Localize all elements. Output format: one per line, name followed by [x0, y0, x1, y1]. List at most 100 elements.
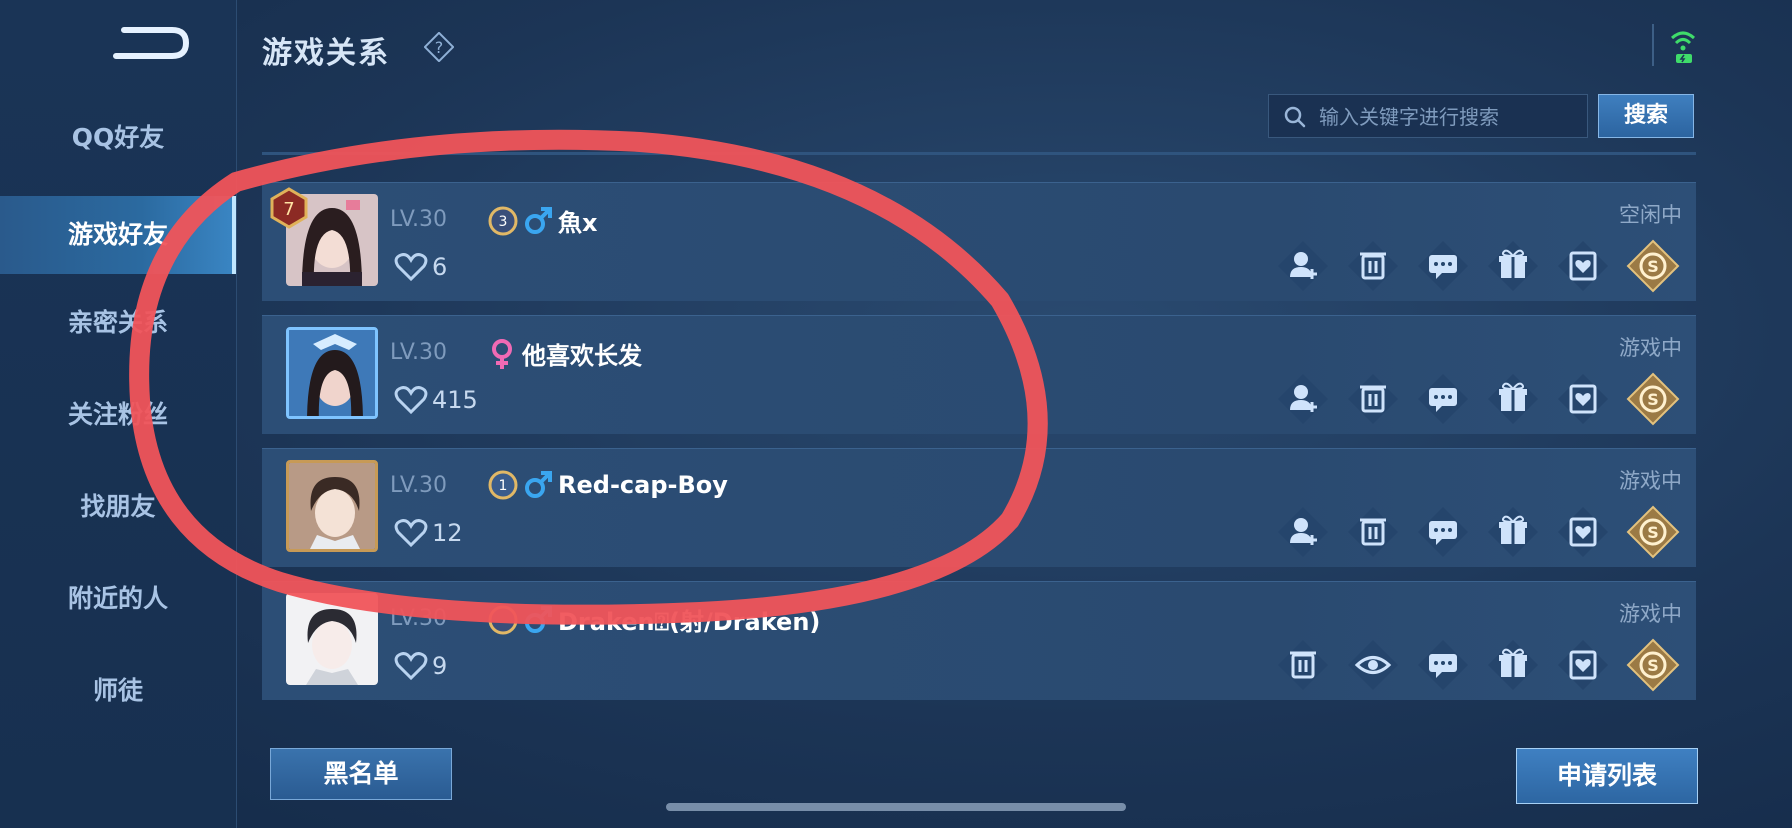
svg-text:?: ?	[435, 38, 444, 57]
intimacy-button[interactable]	[1556, 239, 1610, 293]
invite-icon	[1278, 507, 1328, 557]
coin-icon: S	[1626, 372, 1680, 426]
gift-icon	[1488, 374, 1538, 424]
trash-icon	[1348, 241, 1398, 291]
heart-icon	[394, 386, 428, 414]
delete-friend-button[interactable]	[1346, 239, 1400, 293]
sidebar-item-qq-friends[interactable]: QQ好友	[0, 103, 236, 173]
friend-avatar[interactable]	[286, 327, 378, 419]
tier-badge-icon: 3	[488, 206, 518, 235]
intimacy-button[interactable]	[1556, 638, 1610, 692]
name-line: Draken⍰(射/Draken)	[488, 602, 820, 637]
chat-icon	[1418, 640, 1468, 690]
gift-button[interactable]	[1486, 239, 1540, 293]
invite-team-button[interactable]	[1276, 372, 1330, 426]
trash-icon	[1348, 507, 1398, 557]
rank-badge-icon: 7	[270, 187, 308, 229]
list-top-divider	[262, 152, 1696, 155]
eye-icon	[1348, 640, 1398, 690]
online-status: 游戏中	[1619, 469, 1682, 493]
friend-avatar[interactable]	[286, 460, 378, 552]
delete-friend-button[interactable]	[1346, 372, 1400, 426]
tier-badge-icon: 1	[488, 470, 518, 500]
intimacy-button[interactable]	[1556, 372, 1610, 426]
coin-icon: S	[1626, 638, 1680, 692]
gift-icon	[1488, 241, 1538, 291]
gift-button[interactable]	[1486, 372, 1540, 426]
sidebar-item-game-friends[interactable]: 游戏好友	[0, 196, 236, 274]
svg-text:1: 1	[499, 478, 508, 494]
svg-text:7: 7	[283, 199, 294, 220]
avatar-portrait-image	[289, 463, 375, 549]
home-indicator[interactable]	[666, 803, 1126, 811]
gift-button[interactable]	[1486, 638, 1540, 692]
sidebar-item-nearby[interactable]: 附近的人	[0, 564, 236, 634]
intimacy-button[interactable]	[1556, 505, 1610, 559]
invite-team-button[interactable]	[1276, 239, 1330, 293]
friend-row[interactable]: LV.30 9 Draken⍰(射/Draken) 游戏中 S	[262, 581, 1696, 700]
invite-icon	[1278, 241, 1328, 291]
sidebar-item-mentor[interactable]: 师徒	[0, 656, 236, 726]
delete-friend-button[interactable]	[1346, 505, 1400, 559]
search-box	[1268, 94, 1588, 139]
wifi-battery-icon	[1670, 31, 1696, 63]
chat-icon	[1418, 507, 1468, 557]
trash-icon	[1278, 640, 1328, 690]
heart-icon	[394, 519, 428, 547]
heart-book-icon	[1558, 507, 1608, 557]
likes: 415	[394, 386, 478, 414]
coin-button[interactable]: S	[1626, 239, 1680, 293]
help-icon[interactable]: ?	[424, 32, 454, 62]
chat-icon	[1418, 374, 1468, 424]
chat-button[interactable]	[1416, 638, 1470, 692]
likes: 6	[394, 253, 447, 281]
chat-icon	[1418, 241, 1468, 291]
delete-friend-button[interactable]	[1276, 638, 1330, 692]
sidebar-item-intimate[interactable]: 亲密关系	[0, 288, 236, 358]
likes: 9	[394, 652, 447, 680]
coin-button[interactable]: S	[1626, 638, 1680, 692]
name-line: 1 Red-cap-Boy	[488, 469, 728, 501]
heart-icon	[394, 652, 428, 680]
likes-count: 6	[432, 253, 448, 281]
row-actions: S	[1260, 239, 1680, 293]
invite-icon	[1278, 374, 1328, 424]
friend-list[interactable]: 7 LV.30 6 3 魚x 空闲中 S LV.30 415 他喜欢长发 游戏中…	[262, 152, 1696, 708]
coin-button[interactable]: S	[1626, 505, 1680, 559]
avatar-portrait-image	[286, 593, 378, 685]
coin-button[interactable]: S	[1626, 372, 1680, 426]
back-arrow-icon[interactable]	[110, 20, 192, 66]
spectate-button[interactable]	[1346, 638, 1400, 692]
chat-button[interactable]	[1416, 372, 1470, 426]
heart-icon	[394, 253, 428, 281]
apply-list-button[interactable]: 申请列表	[1516, 748, 1698, 804]
gift-icon	[1488, 507, 1538, 557]
sidebar-item-find-friends[interactable]: 找朋友	[0, 472, 236, 542]
invite-team-button[interactable]	[1276, 505, 1330, 559]
likes-count: 9	[432, 652, 448, 680]
search-input[interactable]	[1317, 95, 1581, 139]
chat-button[interactable]	[1416, 239, 1470, 293]
row-actions: S	[1260, 372, 1680, 426]
page-title: 游戏关系	[262, 36, 390, 71]
male-icon	[525, 605, 552, 633]
search-button[interactable]: 搜索	[1598, 94, 1694, 138]
female-icon	[492, 338, 512, 369]
blacklist-button[interactable]: 黑名单	[270, 748, 452, 800]
player-level: LV.30	[390, 207, 448, 232]
friend-row[interactable]: LV.30 12 1 Red-cap-Boy 游戏中 S	[262, 448, 1696, 567]
sidebar-item-follow-fans[interactable]: 关注粉丝	[0, 380, 236, 450]
male-icon	[525, 471, 552, 498]
row-actions: S	[1260, 638, 1680, 692]
name-line: 他喜欢长发	[488, 336, 642, 371]
gift-button[interactable]	[1486, 505, 1540, 559]
trash-icon	[1348, 374, 1398, 424]
chat-button[interactable]	[1416, 505, 1470, 559]
friend-avatar[interactable]	[286, 593, 378, 685]
svg-text:S: S	[1647, 390, 1659, 409]
friend-row[interactable]: 7 LV.30 6 3 魚x 空闲中 S	[262, 182, 1696, 301]
svg-text:S: S	[1647, 656, 1659, 675]
online-status: 游戏中	[1619, 602, 1682, 626]
friend-row[interactable]: LV.30 415 他喜欢长发 游戏中 S	[262, 315, 1696, 434]
search-icon	[1284, 106, 1306, 128]
